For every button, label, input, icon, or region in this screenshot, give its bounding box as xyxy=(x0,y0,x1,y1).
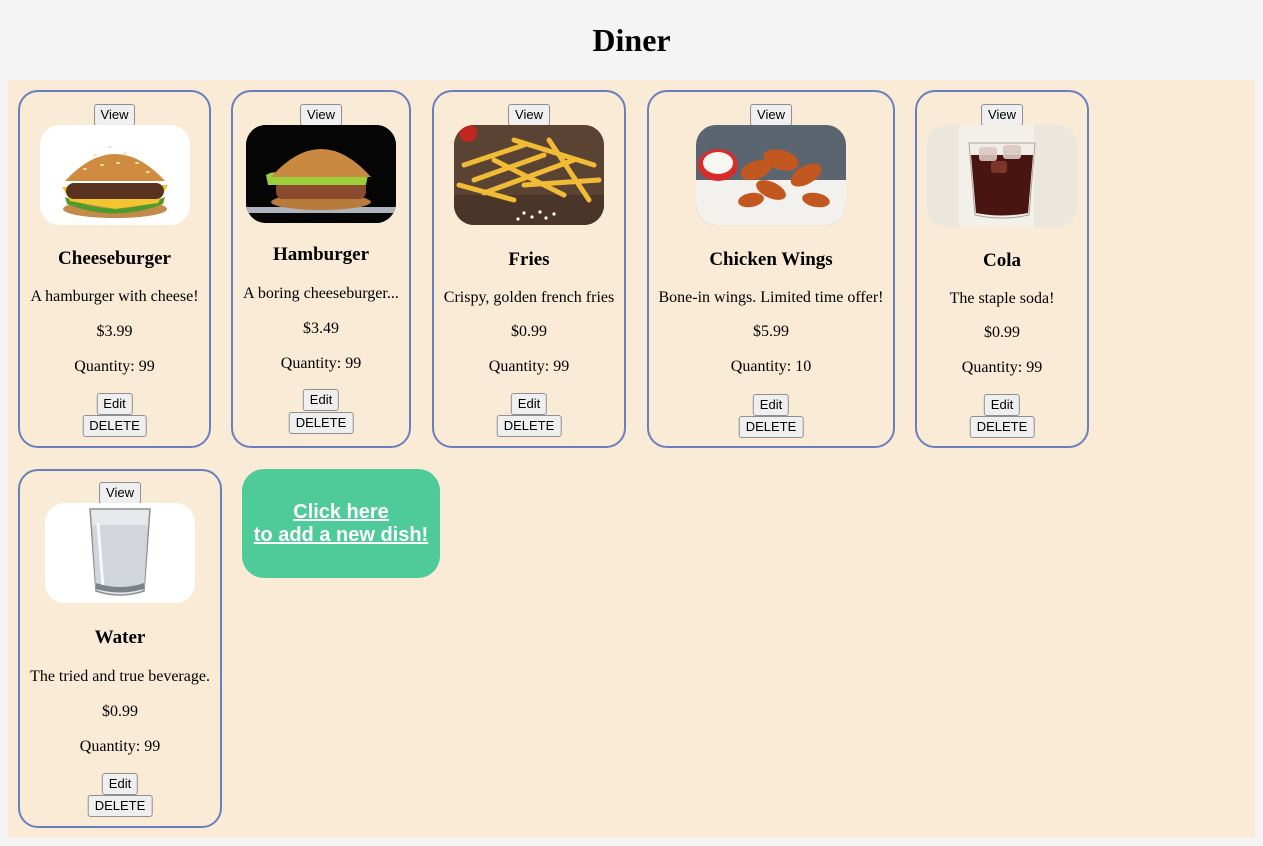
dish-quantity: Quantity: 99 xyxy=(79,738,161,755)
view-button[interactable]: View xyxy=(981,104,1023,126)
edit-button[interactable]: Edit xyxy=(983,394,1021,416)
dish-name: Water xyxy=(94,627,146,648)
dish-menu: View Cheeseburger A hamburger with chees… xyxy=(8,80,1255,838)
dish-price: $3.49 xyxy=(303,320,339,337)
dish-description: The tried and true beverage. xyxy=(30,668,210,685)
dish-description: Crispy, golden french fries xyxy=(443,289,615,306)
delete-button[interactable]: DELETE xyxy=(738,416,804,438)
delete-button[interactable]: DELETE xyxy=(87,795,153,817)
dish-price: $0.99 xyxy=(511,323,547,340)
dish-quantity: Quantity: 99 xyxy=(488,358,570,375)
dish-quantity: Quantity: 99 xyxy=(961,359,1043,376)
view-button[interactable]: View xyxy=(750,104,792,126)
dish-price: $3.99 xyxy=(96,323,133,340)
dish-description: A hamburger with cheese! xyxy=(30,288,199,305)
dish-quantity: Quantity: 10 xyxy=(730,358,812,375)
dish-price: $0.99 xyxy=(984,324,1020,341)
cola-photo xyxy=(927,125,1077,227)
dish-name: Cola xyxy=(983,250,1021,271)
dish-card-water: View Water The tried and true beverage. … xyxy=(18,469,222,828)
add-dish-link[interactable]: Click here to add a new dish! xyxy=(254,501,428,547)
dish-card-cheeseburger: View Cheeseburger A hamburger with chees… xyxy=(18,90,211,448)
dish-description: The staple soda! xyxy=(949,290,1055,307)
dish-price: $0.99 xyxy=(102,703,138,720)
delete-button[interactable]: DELETE xyxy=(496,415,562,437)
chicken-wings-photo xyxy=(696,125,846,225)
delete-button[interactable]: DELETE xyxy=(288,412,354,434)
delete-button[interactable]: DELETE xyxy=(82,415,147,437)
view-button[interactable]: View xyxy=(99,482,141,504)
dish-card-chicken-wings: View Chicken Wings Bone-in wings. Limite… xyxy=(647,90,895,448)
cheeseburger-photo xyxy=(39,125,190,225)
page-title: Diner xyxy=(592,22,671,58)
dish-quantity: Quantity: 99 xyxy=(280,355,362,372)
dish-name: Hamburger xyxy=(272,244,370,265)
water-photo xyxy=(45,503,195,603)
edit-button[interactable]: Edit xyxy=(96,393,133,415)
add-dish-line-1: Click here xyxy=(293,500,389,523)
dish-name: Fries xyxy=(508,249,550,270)
add-dish-card: Click here to add a new dish! xyxy=(242,469,440,578)
edit-button[interactable]: Edit xyxy=(510,393,548,415)
dish-description: Bone-in wings. Limited time offer! xyxy=(658,289,884,306)
dish-quantity: Quantity: 99 xyxy=(74,358,155,375)
dish-price: $5.99 xyxy=(753,323,789,340)
edit-button[interactable]: Edit xyxy=(101,773,139,795)
hamburger-photo xyxy=(246,125,396,223)
edit-button[interactable]: Edit xyxy=(752,394,790,416)
view-button[interactable]: View xyxy=(300,104,342,126)
dish-name: Chicken Wings xyxy=(709,249,833,270)
view-button[interactable]: View xyxy=(508,104,550,126)
view-button[interactable]: View xyxy=(93,104,136,126)
dish-card-hamburger: View Hamburger A boring cheeseburger... … xyxy=(231,90,411,448)
dish-description: A boring cheeseburger... xyxy=(243,285,399,302)
delete-button[interactable]: DELETE xyxy=(969,416,1035,438)
edit-button[interactable]: Edit xyxy=(302,389,340,411)
dish-card-fries: View Fries Crispy, golden french fries $… xyxy=(432,90,626,448)
dish-name: Cheeseburger xyxy=(58,248,171,269)
dish-card-cola: View Cola The staple soda! $0.99 Quantit… xyxy=(915,90,1089,448)
add-dish-line-2: to add a new dish! xyxy=(253,523,429,546)
fries-photo xyxy=(454,125,604,225)
